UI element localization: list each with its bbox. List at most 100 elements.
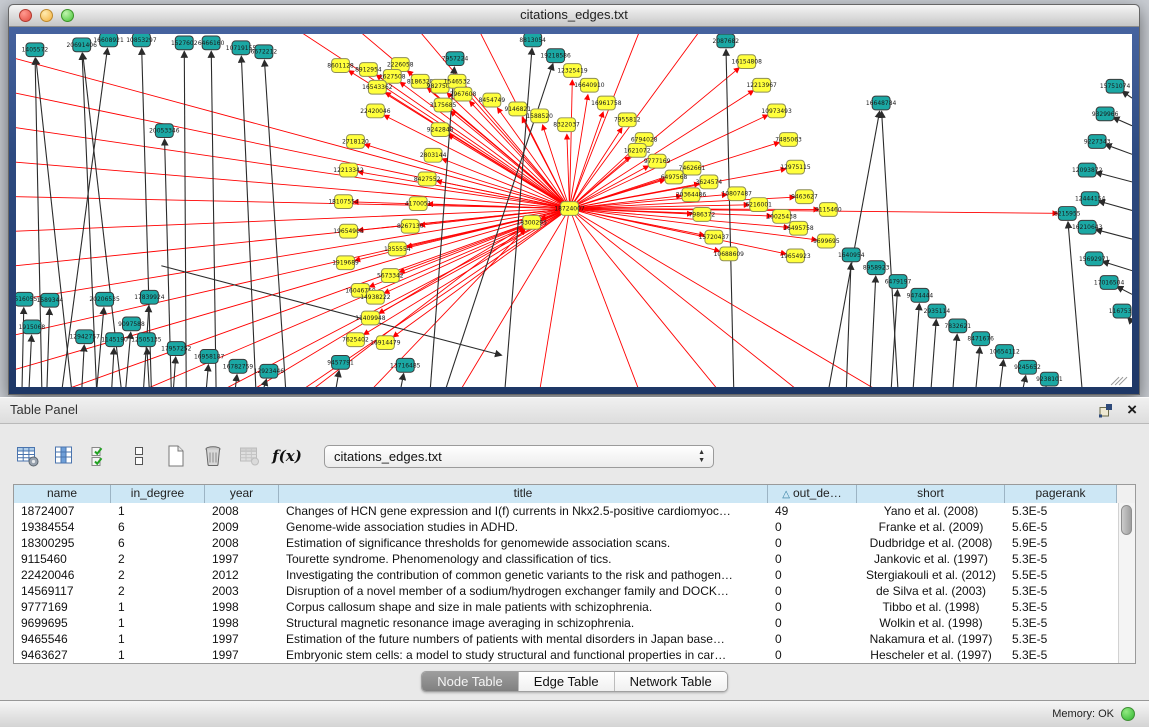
graph-node[interactable]: 8958923	[863, 261, 890, 275]
column-header-short[interactable]: short	[857, 485, 1005, 503]
graph-node[interactable]: 19654908	[333, 224, 364, 238]
show-columns-icon[interactable]	[53, 444, 77, 468]
delete-column-icon[interactable]	[201, 444, 225, 468]
graph-node[interactable]: 12213967	[746, 78, 777, 92]
graph-node[interactable]: 8912954	[355, 63, 382, 77]
graph-node[interactable]: 20053346	[149, 124, 180, 138]
column-header-title[interactable]: title	[279, 485, 768, 503]
float-panel-icon[interactable]	[1098, 403, 1113, 418]
toggle-selection-icon[interactable]	[127, 444, 151, 468]
table-row[interactable]: 2242004622012Investigating the contribut…	[14, 567, 1119, 583]
graph-node[interactable]: 16608921	[93, 34, 124, 47]
graph-node[interactable]: 13716485	[390, 358, 421, 372]
graph-node[interactable]: 16154808	[732, 55, 763, 69]
graph-node[interactable]: 2087682	[713, 34, 740, 48]
canvas-resize-grip[interactable]	[1111, 377, 1127, 385]
graph-node[interactable]: 9227343	[1084, 135, 1111, 149]
graph-node[interactable]: 16782759	[223, 359, 254, 373]
column-header-out_degree[interactable]: △out_de…	[768, 485, 857, 503]
graph-node[interactable]: 20364486	[676, 188, 707, 202]
graph-node[interactable]: 16210643	[1072, 220, 1103, 234]
column-header-year[interactable]: year	[205, 485, 279, 503]
import-table-icon[interactable]	[238, 444, 262, 468]
graph-node[interactable]: 1167533	[1109, 304, 1132, 318]
graph-node[interactable]: 8601128	[327, 59, 354, 73]
network-canvas[interactable]: 8601128891295422260581627508165433628186…	[16, 34, 1132, 387]
graph-node[interactable]: 19218586	[540, 49, 571, 63]
graph-node[interactable]: 8427552	[414, 172, 441, 186]
graph-node[interactable]: 9777169	[644, 154, 671, 168]
graph-node[interactable]: 3624574	[696, 175, 723, 189]
graph-node[interactable]: 1355554	[384, 242, 411, 256]
graph-node[interactable]: 1527602	[171, 36, 198, 50]
column-header-in_degree[interactable]: in_degree	[111, 485, 205, 503]
graph-node[interactable]: 8267130	[397, 219, 424, 233]
graph-node[interactable]: 12325419	[557, 64, 588, 78]
graph-node[interactable]: 7832621	[944, 319, 971, 333]
graph-node[interactable]: 10688609	[714, 247, 745, 261]
graph-node[interactable]: 10853297	[126, 34, 157, 47]
graph-node[interactable]: 7625402	[342, 333, 369, 347]
graph-node[interactable]: 9463627	[791, 190, 818, 204]
graph-node[interactable]: 19654923	[780, 249, 811, 263]
graph-node[interactable]: 8471676	[967, 332, 994, 346]
create-column-icon[interactable]	[164, 444, 188, 468]
graph-node[interactable]: 2935114	[924, 304, 951, 318]
close-window-button[interactable]	[19, 9, 32, 22]
graph-node[interactable]: 9474444	[907, 288, 934, 302]
close-panel-icon[interactable]: ×	[1127, 401, 1137, 419]
graph-node[interactable]: 8454749	[479, 93, 506, 107]
network-graph[interactable]: 8601128891295422260581627508165433628186…	[16, 34, 1132, 387]
graph-node[interactable]: 7485063	[775, 133, 802, 147]
graph-node[interactable]: 2718120	[342, 135, 369, 149]
graph-node[interactable]: 18107554	[328, 195, 359, 209]
graph-node[interactable]: 6479197	[885, 275, 912, 289]
graph-node[interactable]: 12923446	[254, 364, 285, 378]
table-row[interactable]: 1456911722003Disruption of a novel membe…	[14, 583, 1119, 599]
scrollbar-thumb[interactable]	[1121, 505, 1132, 535]
table-row[interactable]: 946362711997Embryonic stem cells: a mode…	[14, 647, 1119, 663]
graph-node[interactable]: 1640954	[838, 248, 865, 262]
network-window-titlebar[interactable]: citations_edges.txt	[9, 5, 1139, 27]
graph-node[interactable]: 1145190	[101, 333, 128, 347]
column-header-name[interactable]: name	[14, 485, 111, 503]
graph-node[interactable]: 9329966	[1092, 107, 1119, 121]
graph-node[interactable]: 17016504	[1094, 276, 1125, 290]
graph-node[interactable]: 10654112	[989, 345, 1020, 359]
table-row[interactable]: 1830029562008Estimation of significance …	[14, 535, 1119, 551]
table-row[interactable]: 911546021997Tourette syndrome. Phenomeno…	[14, 551, 1119, 567]
graph-node[interactable]: 9699695	[813, 234, 840, 248]
tab-network-table[interactable]: Network Table	[615, 672, 727, 691]
graph-node[interactable]: 9238101	[1036, 372, 1063, 386]
table-row[interactable]: 946554611997Estimation of the future num…	[14, 631, 1119, 647]
graph-node[interactable]: 9115460	[815, 203, 842, 217]
table-row[interactable]: 977716911998Corpus callosum shape and si…	[14, 599, 1119, 615]
graph-node[interactable]: 16958187	[194, 350, 225, 364]
table-row[interactable]: 969969511998Structural magnetic resonanc…	[14, 615, 1119, 631]
graph-node[interactable]: 22420046	[360, 104, 391, 118]
graph-node[interactable]: 1405572	[22, 43, 49, 57]
table-vertical-scrollbar[interactable]	[1118, 503, 1135, 663]
graph-node[interactable]: 12975115	[780, 160, 811, 174]
graph-node[interactable]: 15720437	[699, 230, 730, 244]
graph-node[interactable]: 16914479	[370, 336, 401, 350]
graph-node[interactable]: 8322037	[553, 118, 580, 132]
table-selector-dropdown[interactable]: citations_edges.txt ▲ ▼	[324, 445, 714, 468]
graph-node[interactable]: 12093872	[1072, 163, 1103, 177]
graph-node[interactable]: 6466160	[198, 36, 225, 50]
column-header-pagerank[interactable]: pagerank	[1005, 485, 1117, 503]
graph-node[interactable]: 1919689	[332, 256, 359, 270]
graph-node[interactable]: 2803144	[420, 148, 447, 162]
graph-node[interactable]: 9245652	[1014, 360, 1041, 374]
graph-node[interactable]: 16640910	[574, 78, 605, 92]
graph-node[interactable]: 1915068	[19, 320, 46, 334]
graph-node[interactable]: 2516055	[16, 292, 37, 306]
graph-node[interactable]: 15692971	[1079, 252, 1110, 266]
graph-node[interactable]: 4170051	[405, 197, 432, 211]
graph-node[interactable]: 8813054	[519, 34, 546, 47]
graph-node[interactable]: 16648784	[866, 96, 897, 110]
graph-node[interactable]: 1588520	[526, 109, 553, 123]
tab-node-table[interactable]: Node Table	[422, 672, 519, 691]
function-builder-icon[interactable]: f(x)	[275, 444, 299, 468]
graph-node[interactable]: 7955812	[614, 113, 641, 127]
